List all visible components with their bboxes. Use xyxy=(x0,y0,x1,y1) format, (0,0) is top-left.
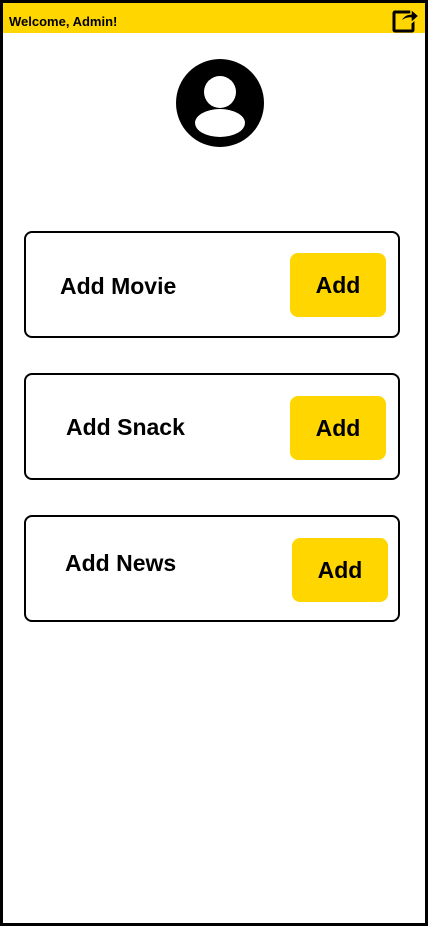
add-news-button[interactable]: Add xyxy=(292,538,388,602)
add-news-card: Add News Add xyxy=(24,515,400,622)
add-movie-label: Add Movie xyxy=(60,273,177,299)
add-movie-card: Add Movie Add xyxy=(24,231,400,338)
profile-avatar xyxy=(176,59,264,147)
app-screen: Welcome, Admin! Add Movie Add Add Snack … xyxy=(0,0,428,926)
share-exit-icon xyxy=(392,8,420,33)
add-news-label: Add News xyxy=(65,550,177,576)
logout-button[interactable] xyxy=(391,4,421,34)
add-snack-button[interactable]: Add xyxy=(290,396,386,460)
top-bar: Welcome, Admin! xyxy=(3,3,425,33)
add-movie-button[interactable]: Add xyxy=(290,253,386,317)
user-avatar-icon xyxy=(176,59,264,147)
welcome-message: Welcome, Admin! xyxy=(9,14,118,29)
add-snack-card: Add Snack Add xyxy=(24,373,400,480)
add-snack-label: Add Snack xyxy=(66,414,185,440)
